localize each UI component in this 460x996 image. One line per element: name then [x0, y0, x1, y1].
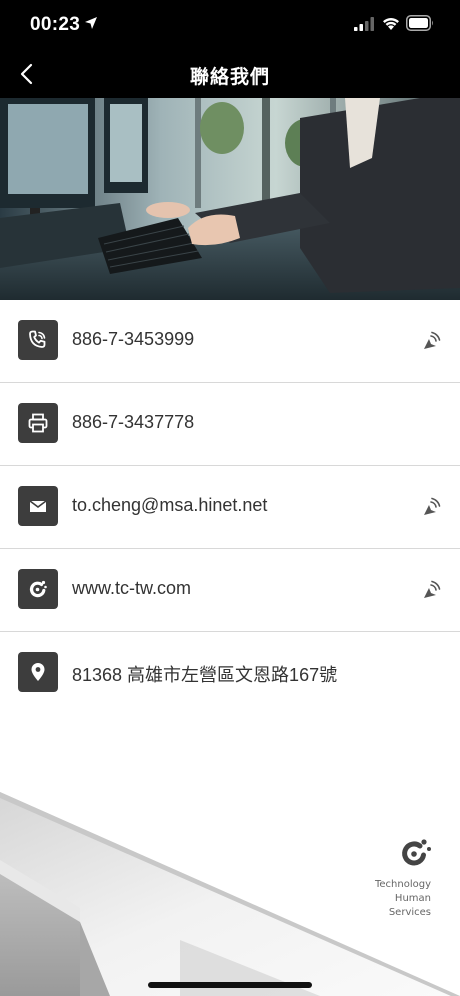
envelope-icon [18, 486, 58, 526]
contact-row-fax: 886-7-3437778 [0, 383, 460, 466]
contact-row-email[interactable]: to.cheng@msa.hinet.net [0, 466, 460, 549]
phone-number: 886-7-3453999 [72, 329, 195, 349]
website-url: www.tc-tw.com [72, 578, 192, 598]
office-keyboard-photo [0, 98, 460, 300]
brand-tagline-technology: Technology [374, 879, 431, 890]
company-logo [402, 839, 431, 866]
battery-icon [406, 15, 433, 31]
status-time: 00:23 [30, 14, 81, 35]
page-title: 聯絡我們 [189, 67, 270, 88]
tap-action-icon[interactable] [420, 330, 442, 352]
wifi-icon [383, 18, 399, 30]
tap-action-icon[interactable] [420, 579, 442, 601]
contact-row-phone[interactable]: 886-7-3453999 [0, 300, 460, 383]
printer-icon [18, 403, 58, 443]
brand-tagline-services: Services [388, 907, 431, 918]
address-text: 81368 高雄市左營區文恩路167號 [72, 665, 338, 685]
bottom-decoration [0, 710, 460, 996]
home-indicator[interactable] [148, 982, 312, 988]
navigation-bar: 聯絡我們 [0, 50, 460, 98]
map-pin-icon [18, 652, 58, 692]
brand-tagline-human: Human [394, 893, 431, 904]
email-address: to.cheng@msa.hinet.net [72, 495, 268, 515]
tap-action-icon[interactable] [420, 496, 442, 518]
brand-logo-icon [18, 569, 58, 609]
status-bar: 00:23 [0, 0, 460, 50]
phone-call-icon [18, 320, 58, 360]
contact-list: 886-7-3453999 886-7-3437778 to.cheng@msa… [0, 300, 460, 715]
location-arrow-icon [85, 17, 97, 29]
contact-row-address: 81368 高雄市左營區文恩路167號 [0, 632, 460, 715]
desk-graphic [0, 710, 460, 996]
contact-us-screen: 00:23 聯絡我們 886-7-3453999 886-7-3437778 t… [0, 0, 460, 996]
contact-row-website[interactable]: www.tc-tw.com [0, 549, 460, 632]
fax-number: 886-7-3437778 [72, 412, 195, 432]
hero-image [0, 98, 460, 300]
cellular-signal-icon [354, 17, 374, 31]
